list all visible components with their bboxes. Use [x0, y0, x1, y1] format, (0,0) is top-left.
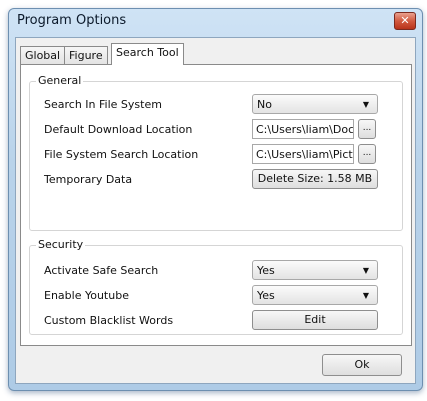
tab-search-tool[interactable]: Search Tool — [111, 43, 184, 65]
default-download-location-label: Default Download Location — [44, 123, 193, 136]
window-title: Program Options — [17, 13, 127, 28]
general-group-title: General — [36, 74, 84, 87]
search-tool-panel: General Search In File System No ▼ Defau… — [20, 64, 412, 346]
search-in-file-system-select[interactable]: No ▼ — [252, 94, 378, 114]
chevron-down-icon: ▼ — [362, 291, 369, 300]
custom-blacklist-words-label: Custom Blacklist Words — [44, 314, 174, 327]
edit-blacklist-button[interactable]: Edit — [252, 310, 378, 330]
enable-youtube-label: Enable Youtube — [44, 289, 129, 302]
tab-global[interactable]: Global — [20, 46, 66, 65]
file-system-search-location-label: File System Search Location — [44, 148, 199, 161]
delete-temp-data-button[interactable]: Delete Size: 1.58 MB — [252, 169, 378, 189]
file-system-search-location-field[interactable]: C:\Users\liam\Pictu — [252, 144, 354, 164]
dialog-client-area: Global Figure Search Tool General Search… — [15, 37, 416, 384]
general-group: General Search In File System No ▼ Defau… — [29, 74, 403, 231]
close-icon: ✕ — [400, 14, 410, 27]
program-options-window: Program Options ✕ Global Figure Search T… — [8, 8, 423, 391]
close-button[interactable]: ✕ — [394, 12, 416, 30]
browse-download-button[interactable]: ... — [358, 119, 376, 139]
chevron-down-icon: ▼ — [362, 266, 369, 275]
enable-youtube-value: Yes — [257, 289, 275, 302]
temporary-data-label: Temporary Data — [44, 173, 133, 186]
search-in-file-system-value: No — [257, 98, 272, 111]
chevron-down-icon: ▼ — [362, 100, 369, 109]
enable-youtube-select[interactable]: Yes ▼ — [252, 285, 378, 305]
browse-search-location-button[interactable]: ... — [358, 144, 376, 164]
security-group-title: Security — [36, 238, 86, 251]
ok-button[interactable]: Ok — [322, 354, 402, 376]
default-download-location-field[interactable]: C:\Users\liam\Doc — [252, 119, 354, 139]
activate-safe-search-label: Activate Safe Search — [44, 264, 159, 277]
activate-safe-search-select[interactable]: Yes ▼ — [252, 260, 378, 280]
tab-figure[interactable]: Figure — [64, 46, 108, 65]
search-in-file-system-label: Search In File System — [44, 98, 162, 111]
security-group: Security Activate Safe Search Yes ▼ Enab… — [29, 238, 403, 335]
activate-safe-search-value: Yes — [257, 264, 275, 277]
